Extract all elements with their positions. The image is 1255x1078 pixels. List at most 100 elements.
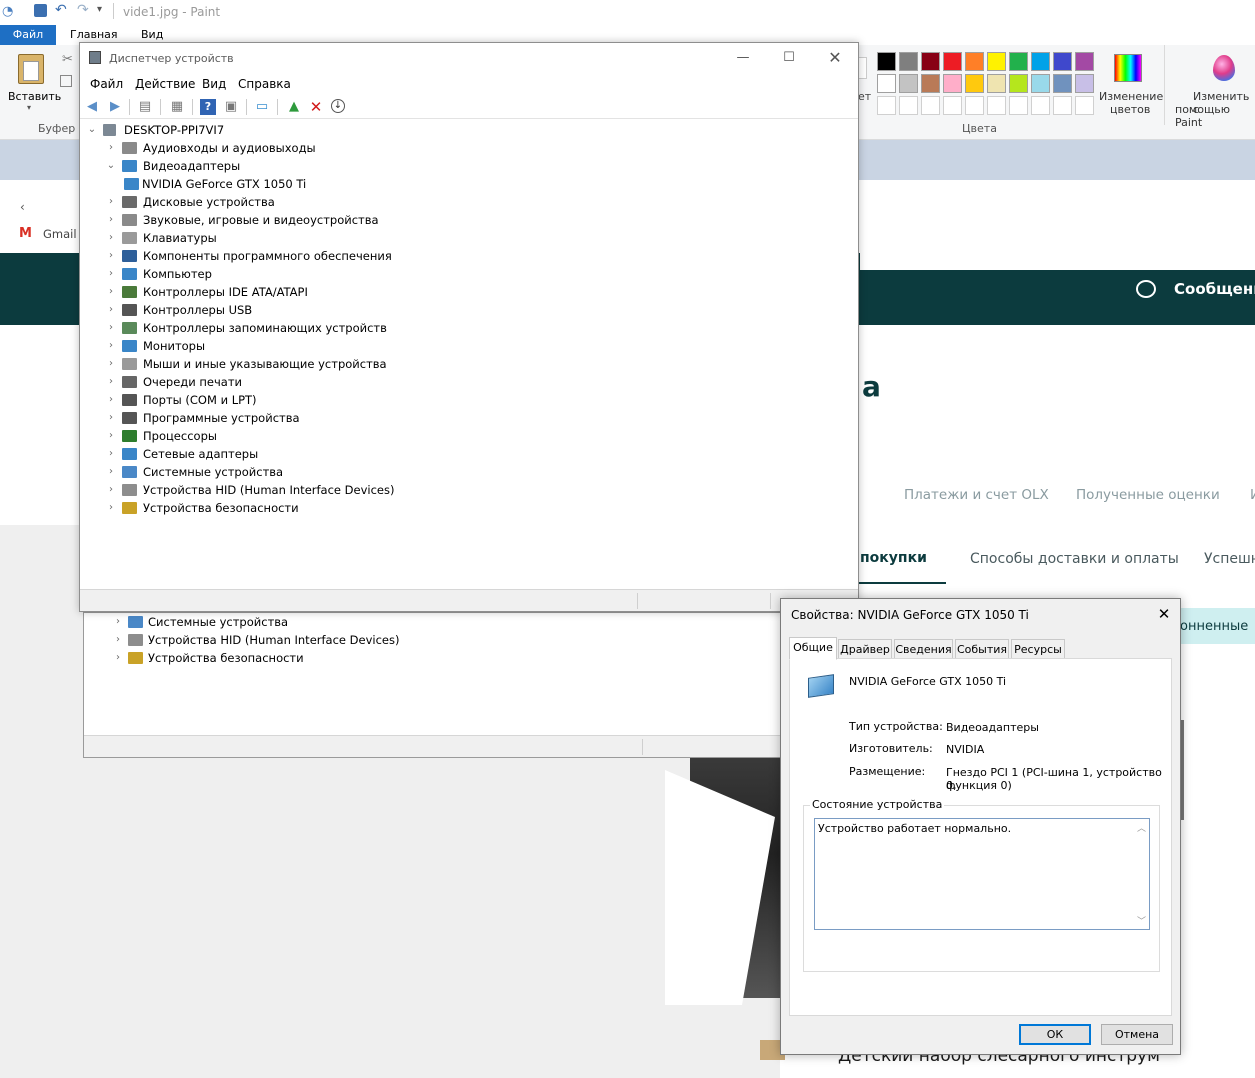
scroll-down-icon[interactable]: ﹀ [1137, 914, 1146, 927]
edit-colors-label-2[interactable]: цветов [1110, 103, 1150, 116]
color-slot[interactable] [858, 57, 867, 79]
device-manager-titlebar[interactable]: Диспетчер устройств — ☐ ✕ [80, 43, 858, 73]
color-swatch[interactable] [943, 52, 962, 71]
edit-colors-icon[interactable] [1114, 54, 1142, 82]
expand-arrow-icon[interactable]: › [105, 139, 117, 157]
expand-arrow-icon[interactable]: › [105, 283, 117, 301]
color-swatch[interactable] [1009, 52, 1028, 71]
color-swatch[interactable] [987, 74, 1006, 93]
nav-link-payments[interactable]: Платежи и счет OLX [904, 487, 1049, 503]
expand-arrow-icon[interactable]: › [105, 391, 117, 409]
expand-arrow-icon[interactable]: › [105, 301, 117, 319]
nav-link-more[interactable]: И [1250, 487, 1255, 503]
paste-icon[interactable] [18, 54, 44, 84]
gmail-bookmark[interactable]: Gmail [43, 227, 77, 241]
color-swatch[interactable] [1075, 74, 1094, 93]
menu-action[interactable]: Действие [135, 77, 195, 91]
color-swatch[interactable] [899, 52, 918, 71]
color-swatch[interactable] [1009, 74, 1028, 93]
color-swatch[interactable] [1075, 52, 1094, 71]
cut-icon[interactable]: ✂ [62, 52, 73, 67]
tab-view[interactable]: Вид [141, 28, 163, 41]
color-swatch[interactable] [899, 74, 918, 93]
close-button[interactable]: ✕ [820, 48, 850, 68]
color-swatch[interactable] [965, 52, 984, 71]
quick-access-dropdown-icon[interactable]: ▾ [97, 4, 102, 15]
scroll-up-icon[interactable]: ︿ [1137, 821, 1146, 834]
expand-arrow-icon[interactable]: › [105, 337, 117, 355]
cancel-button[interactable]: Отмена [1101, 1024, 1173, 1045]
color-swatch[interactable] [877, 52, 896, 71]
undo-icon[interactable]: ↶ [55, 2, 67, 18]
expand-arrow-icon[interactable]: › [105, 355, 117, 373]
menu-file[interactable]: Файл [90, 77, 123, 91]
device-manager-window[interactable]: Диспетчер устройств — ☐ ✕ Файл Действие … [79, 42, 859, 612]
expand-arrow-icon[interactable]: › [105, 463, 117, 481]
paste-dropdown-icon[interactable]: ▾ [27, 103, 31, 112]
expand-arrow-icon[interactable]: › [105, 373, 117, 391]
paint3d-icon[interactable] [1213, 55, 1235, 81]
color-swatch[interactable] [877, 96, 896, 115]
paste-button[interactable]: Вставить [8, 90, 61, 103]
color-swatch[interactable] [1031, 96, 1050, 115]
scan-hardware-icon[interactable]: ▭ [254, 99, 270, 115]
color-swatch[interactable] [965, 96, 984, 115]
expand-arrow-icon[interactable]: › [105, 427, 117, 445]
expand-arrow-icon[interactable]: › [105, 193, 117, 211]
subtab-purchases[interactable]: покупки [860, 550, 927, 566]
chat-icon[interactable] [1136, 280, 1156, 298]
expand-arrow-icon[interactable]: › [105, 319, 117, 337]
tab-resources[interactable]: Ресурсы [1011, 639, 1065, 659]
color-swatch[interactable] [1031, 52, 1050, 71]
color-swatch[interactable] [1031, 74, 1050, 93]
expand-arrow-icon[interactable]: › [105, 499, 117, 517]
expand-arrow-icon[interactable]: › [105, 265, 117, 283]
color-swatch[interactable] [877, 74, 896, 93]
color-swatch[interactable] [921, 74, 940, 93]
collapse-arrow-icon[interactable]: ⌄ [105, 157, 117, 175]
color-swatch[interactable] [1053, 52, 1072, 71]
close-button[interactable]: ✕ [1154, 604, 1174, 624]
color-swatch[interactable] [943, 74, 962, 93]
expand-arrow-icon[interactable]: › [105, 247, 117, 265]
subtab-successful[interactable]: Успешн [1204, 551, 1255, 567]
device-status-textbox[interactable]: Устройство работает нормально. ︿ ﹀ [814, 818, 1150, 930]
color-swatch[interactable] [921, 96, 940, 115]
save-icon[interactable] [34, 4, 47, 17]
color-swatch[interactable] [943, 96, 962, 115]
minimize-button[interactable]: — [728, 48, 758, 68]
color-swatch[interactable] [987, 96, 1006, 115]
copy-icon[interactable] [60, 75, 72, 87]
nav-link-ratings[interactable]: Полученные оценки [1076, 487, 1220, 503]
expand-arrow-icon[interactable]: › [105, 409, 117, 427]
uninstall-device-icon[interactable]: ✕ [308, 99, 324, 115]
gmail-icon[interactable]: M [19, 226, 32, 241]
expand-arrow-icon[interactable]: › [105, 229, 117, 247]
edit-colors-label-1[interactable]: Изменение [1099, 90, 1163, 103]
back-icon[interactable]: ‹ [20, 200, 25, 214]
tab-general[interactable]: Общие [789, 637, 837, 660]
color-swatch[interactable] [1009, 96, 1028, 115]
messages-link[interactable]: Сообщени [1174, 280, 1255, 298]
color-swatch[interactable] [1053, 96, 1072, 115]
action-pane-icon[interactable]: ▣ [223, 99, 239, 115]
color-swatch[interactable] [899, 96, 918, 115]
properties-icon[interactable]: ▦ [169, 99, 185, 115]
ok-button[interactable]: ОК [1019, 1024, 1091, 1045]
tab-events[interactable]: События [955, 639, 1009, 659]
color-swatch[interactable] [1053, 74, 1072, 93]
tab-details[interactable]: Сведения [894, 639, 953, 659]
color-swatch[interactable] [921, 52, 940, 71]
expand-arrow-icon[interactable]: › [105, 445, 117, 463]
tab-driver[interactable]: Драйвер [838, 639, 892, 659]
subtab-delivery[interactable]: Способы доставки и оплаты [970, 551, 1179, 567]
tab-file[interactable]: Файл [0, 25, 56, 45]
menu-view[interactable]: Вид [202, 77, 226, 91]
collapse-arrow-icon[interactable]: ⌄ [86, 121, 98, 139]
paint3d-label-2[interactable]: помощью Paint [1175, 103, 1255, 129]
redo-icon[interactable]: ↷ [77, 2, 89, 18]
color-swatch[interactable] [965, 74, 984, 93]
menu-help[interactable]: Справка [238, 77, 291, 91]
maximize-button[interactable]: ☐ [774, 48, 804, 68]
show-hide-tree-icon[interactable]: ▤ [137, 99, 153, 115]
